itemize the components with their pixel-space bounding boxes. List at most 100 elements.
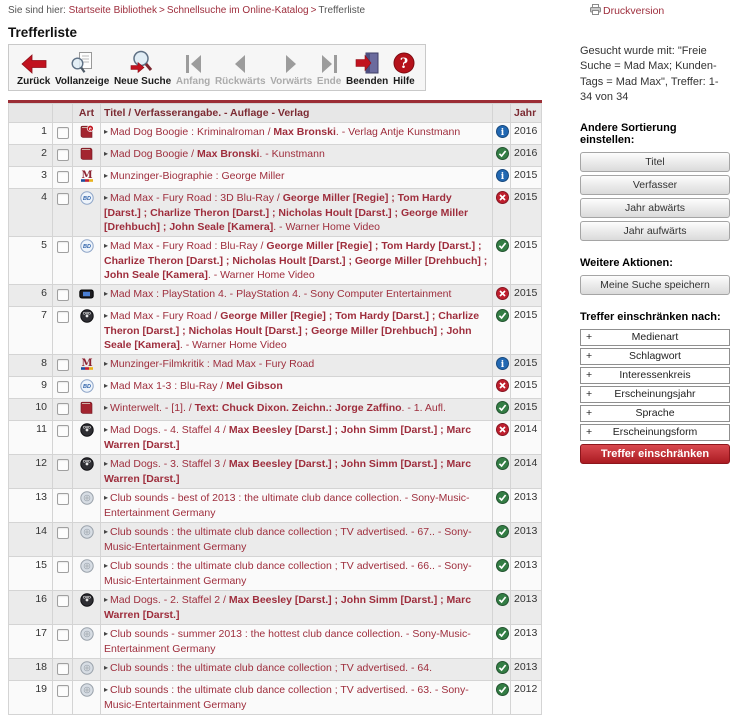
row-checkbox[interactable] bbox=[57, 241, 69, 253]
title-link[interactable]: ▸Club sounds : the ultimate club dance c… bbox=[104, 526, 472, 553]
title-link[interactable]: ▸Mad Max 1-3 : Blu-Ray / Mel Gibson bbox=[104, 380, 283, 392]
cd-icon bbox=[80, 632, 94, 644]
title-link[interactable]: ▸Mad Max : PlayStation 4. - PlayStation … bbox=[104, 288, 451, 300]
title-link[interactable]: ▸Mad Dog Boogie : Kriminalroman / Max Br… bbox=[104, 126, 460, 138]
dvd-icon: DVD bbox=[80, 428, 94, 440]
row-checkbox[interactable] bbox=[57, 127, 69, 139]
title-link[interactable]: ▸Mad Dogs. - 4. Staffel 4 / Max Beesley … bbox=[104, 424, 471, 451]
expand-triangle-icon: ▸ bbox=[104, 663, 108, 672]
facet-label: Medienart bbox=[632, 331, 679, 343]
facet-sprache[interactable]: + Sprache bbox=[580, 405, 730, 422]
row-number: 15 bbox=[9, 557, 53, 591]
help-question-icon: ? bbox=[393, 52, 415, 74]
title-link[interactable]: ▸Mad Max - Fury Road / George Miller [Re… bbox=[104, 310, 479, 351]
book-icon bbox=[79, 406, 94, 418]
title-link[interactable]: ▸Mad Dogs. - 3. Staffel 3 / Max Beesley … bbox=[104, 458, 471, 485]
title-link[interactable]: ▸Munzinger-Filmkritik : Mad Max - Fury R… bbox=[104, 358, 314, 370]
row-checkbox[interactable] bbox=[57, 493, 69, 505]
sidebar: Gesucht wurde mit: "Freie Suche = Mad Ma… bbox=[580, 44, 730, 464]
row-checkbox[interactable] bbox=[57, 403, 69, 415]
row-number: 16 bbox=[9, 591, 53, 625]
magnifier-new-icon bbox=[129, 50, 156, 74]
sort-button-jahr-abwarts[interactable]: Jahr abwärts bbox=[580, 198, 730, 218]
row-number: 1 bbox=[9, 123, 53, 145]
row-number: 14 bbox=[9, 523, 53, 557]
toolbar-zuruck-button[interactable]: Zurück bbox=[17, 48, 50, 87]
munzinger-icon: M bbox=[80, 174, 94, 186]
title-link[interactable]: ▸Club sounds - summer 2013 : the hottest… bbox=[104, 628, 471, 655]
header-title: Titel / Verfasserangabe. - Auflage - Ver… bbox=[101, 104, 493, 123]
title-link[interactable]: ▸Winterwelt. - [1]. / Text: Chuck Dixon.… bbox=[104, 402, 446, 414]
row-checkbox[interactable] bbox=[57, 359, 69, 371]
title-link[interactable]: ▸Mad Max - Fury Road : Blu-Ray / George … bbox=[104, 240, 487, 281]
row-checkbox[interactable] bbox=[57, 149, 69, 161]
svg-text:?: ? bbox=[400, 56, 408, 72]
action-button-meine-suche-speichern[interactable]: Meine Suche speichern bbox=[580, 275, 730, 295]
toolbar-neue-suche-button[interactable]: Neue Suche bbox=[114, 48, 171, 87]
title-link[interactable]: ▸Mad Dog Boogie / Max Bronski. - Kunstma… bbox=[104, 148, 325, 160]
facet-erscheinungsjahr[interactable]: + Erscheinungsjahr bbox=[580, 386, 730, 403]
row-checkbox[interactable] bbox=[57, 629, 69, 641]
row-checkbox[interactable] bbox=[57, 685, 69, 697]
row-checkbox[interactable] bbox=[57, 425, 69, 437]
sort-button-jahr-aufwarts[interactable]: Jahr aufwärts bbox=[580, 221, 730, 241]
toolbar-vollanzeige-button[interactable]: Vollanzeige bbox=[55, 48, 109, 87]
print-version-link[interactable]: Druckversion bbox=[590, 4, 664, 18]
expand-triangle-icon: ▸ bbox=[104, 127, 108, 136]
row-checkbox[interactable] bbox=[57, 171, 69, 183]
restrict-results-button[interactable]: Treffer einschränken bbox=[580, 444, 730, 464]
sort-button-verfasser[interactable]: Verfasser bbox=[580, 175, 730, 195]
row-checkbox[interactable] bbox=[57, 561, 69, 573]
toolbar-label: Vorwärts bbox=[270, 76, 312, 87]
toolbar-beenden-button[interactable]: Beenden bbox=[346, 48, 388, 87]
status-available-icon bbox=[496, 461, 509, 473]
row-year: 2013 bbox=[511, 625, 542, 659]
result-row: 3 M ▸Munzinger-Biographie : George Mille… bbox=[9, 167, 542, 189]
svg-text:e: e bbox=[89, 126, 92, 132]
breadcrumb-link-schnellsuche-im-online-katalog[interactable]: Schnellsuche im Online-Katalog bbox=[167, 5, 309, 16]
row-checkbox[interactable] bbox=[57, 527, 69, 539]
result-row: 9 BD ▸Mad Max 1-3 : Blu-Ray / Mel Gibson… bbox=[9, 377, 542, 399]
magnifier-document-icon bbox=[70, 51, 94, 74]
row-year: 2013 bbox=[511, 591, 542, 625]
row-checkbox[interactable] bbox=[57, 289, 69, 301]
toolbar-hilfe-button[interactable]: ? Hilfe bbox=[393, 48, 415, 87]
cd-icon bbox=[80, 564, 94, 576]
title-link[interactable]: ▸Club sounds : the ultimate club dance c… bbox=[104, 662, 432, 674]
status-available-icon bbox=[496, 563, 509, 575]
row-checkbox[interactable] bbox=[57, 663, 69, 675]
status-available-icon bbox=[496, 495, 509, 507]
row-checkbox[interactable] bbox=[57, 381, 69, 393]
facet-interessenkreis[interactable]: + Interessenkreis bbox=[580, 367, 730, 384]
row-year: 2016 bbox=[511, 123, 542, 145]
title-link[interactable]: ▸Club sounds - best of 2013 : the ultima… bbox=[104, 492, 470, 519]
breadcrumb-link-startseite-bibliothek[interactable]: Startseite Bibliothek bbox=[69, 5, 157, 16]
row-number: 7 bbox=[9, 307, 53, 355]
result-row: 6 ▸Mad Max : PlayStation 4. - PlayStatio… bbox=[9, 285, 542, 307]
row-year: 2016 bbox=[511, 145, 542, 167]
row-checkbox[interactable] bbox=[57, 595, 69, 607]
title-link[interactable]: ▸Munzinger-Biographie : George Miller bbox=[104, 170, 285, 182]
svg-text:DVD: DVD bbox=[83, 426, 91, 430]
row-year: 2012 bbox=[511, 681, 542, 715]
facet-erscheinungsform[interactable]: + Erscheinungsform bbox=[580, 424, 730, 441]
svg-text:i: i bbox=[501, 360, 505, 370]
title-link[interactable]: ▸Club sounds : the ultimate club dance c… bbox=[104, 560, 472, 587]
title-link[interactable]: ▸Mad Dogs. - 2. Staffel 2 / Max Beesley … bbox=[104, 594, 471, 621]
results-table: Art Titel / Verfasserangabe. - Auflage -… bbox=[8, 100, 542, 715]
title-link[interactable]: ▸Mad Max - Fury Road : 3D Blu-Ray / Geor… bbox=[104, 192, 468, 233]
result-row: 5 BD ▸Mad Max - Fury Road : Blu-Ray / Ge… bbox=[9, 237, 542, 285]
facet-label: Erscheinungsform bbox=[613, 426, 698, 438]
facet-medienart[interactable]: + Medienart bbox=[580, 329, 730, 346]
status-available-icon bbox=[496, 529, 509, 541]
ebook-icon: e bbox=[79, 130, 94, 142]
row-checkbox[interactable] bbox=[57, 459, 69, 471]
row-checkbox[interactable] bbox=[57, 311, 69, 323]
toolbar-vorwarts-button: Vorwärts bbox=[270, 48, 312, 87]
facet-schlagwort[interactable]: + Schlagwort bbox=[580, 348, 730, 365]
sort-button-titel[interactable]: Titel bbox=[580, 152, 730, 172]
title-link[interactable]: ▸Club sounds : the ultimate club dance c… bbox=[104, 684, 469, 711]
row-checkbox[interactable] bbox=[57, 193, 69, 205]
row-year: 2014 bbox=[511, 455, 542, 489]
facet-label: Interessenkreis bbox=[619, 369, 690, 381]
